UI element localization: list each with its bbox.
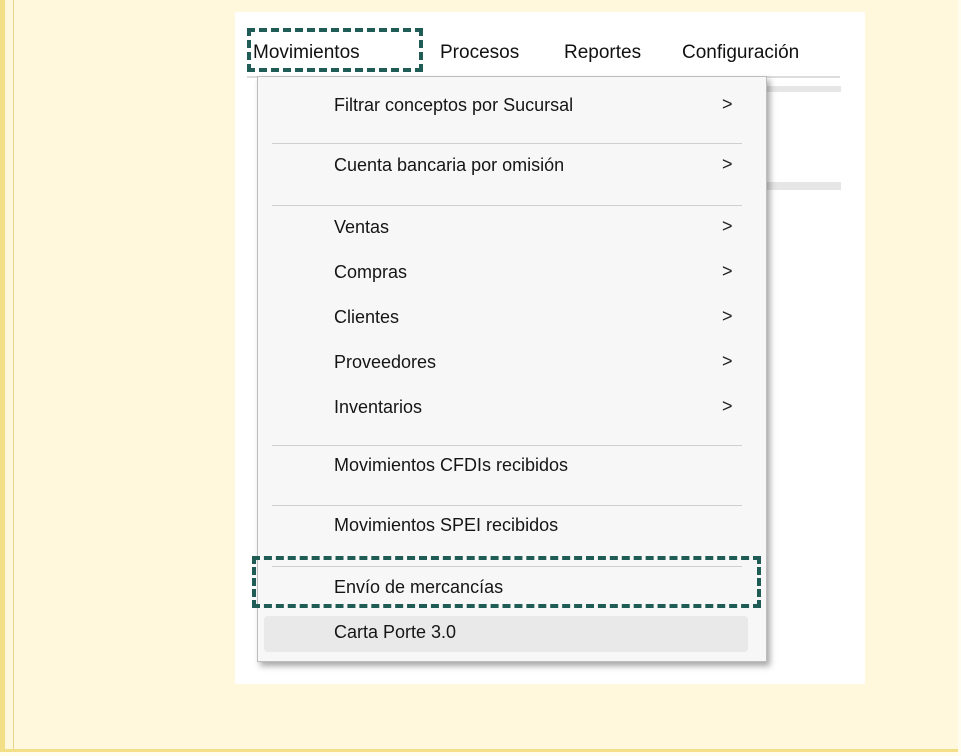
menu-item-label: Movimientos CFDIs recibidos (334, 455, 569, 475)
menu-item-label: Proveedores (334, 352, 437, 372)
menu-item-label: Compras (334, 262, 408, 282)
menu-item-movimientos-spei-recibidos[interactable]: Movimientos SPEI recibidos (258, 509, 766, 545)
menu-separator (272, 445, 742, 446)
menu-separator (272, 505, 742, 506)
menu-item-label: Clientes (334, 307, 400, 327)
chevron-right-icon: > (722, 154, 733, 174)
menu-item-label: Ventas (334, 217, 390, 237)
menu-item-label: Inventarios (334, 397, 423, 417)
menu-separator (272, 143, 742, 144)
menu-item-carta-porte-3-0[interactable]: Carta Porte 3.0 (264, 616, 748, 652)
menu-item-label: Carta Porte 3.0 (334, 622, 457, 642)
menu-item-label: Filtrar conceptos por Sucursal (334, 95, 574, 115)
menu-configuracion[interactable]: Configuración (682, 42, 799, 64)
envio-highlight-box (252, 556, 761, 608)
chevron-right-icon: > (722, 306, 733, 326)
background-strip-top (763, 86, 841, 92)
menu-item-cuenta-bancaria-por-omision[interactable]: Cuenta bancaria por omisión > (258, 149, 766, 185)
menu-reportes[interactable]: Reportes (564, 42, 641, 64)
chevron-right-icon: > (722, 216, 733, 236)
chevron-right-icon: > (722, 396, 733, 416)
chevron-right-icon: > (722, 94, 733, 114)
menu-item-clientes[interactable]: Clientes > (258, 301, 766, 337)
menu-item-ventas[interactable]: Ventas > (258, 211, 766, 247)
menu-item-proveedores[interactable]: Proveedores > (258, 346, 766, 382)
background-strip-bottom (763, 182, 841, 190)
chevron-right-icon: > (722, 261, 733, 281)
menu-item-movimientos-cfdis-recibidos[interactable]: Movimientos CFDIs recibidos (258, 449, 766, 485)
menu-item-filtrar-conceptos-por-sucursal[interactable]: Filtrar conceptos por Sucursal > (258, 89, 766, 125)
menu-item-inventarios[interactable]: Inventarios > (258, 391, 766, 427)
menu-item-label: Movimientos SPEI recibidos (334, 515, 559, 535)
menu-item-label: Cuenta bancaria por omisión (334, 155, 565, 175)
menu-item-compras[interactable]: Compras > (258, 256, 766, 292)
movimientos-highlight-box (247, 28, 423, 72)
frame-inner-border (13, 0, 14, 749)
menu-separator (272, 205, 742, 206)
chevron-right-icon: > (722, 351, 733, 371)
menu-procesos[interactable]: Procesos (440, 42, 519, 64)
screenshot-panel: Movimientos Procesos Reportes Configurac… (235, 12, 865, 684)
